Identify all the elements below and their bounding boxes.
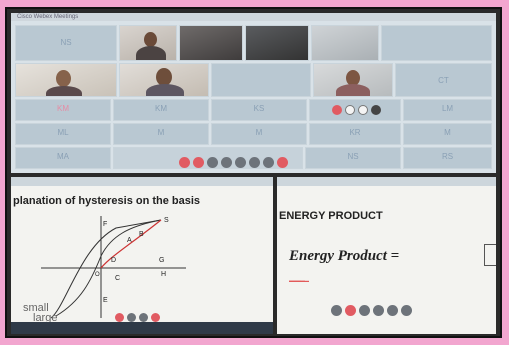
participant-initials: ML	[57, 128, 69, 137]
record-button[interactable]	[221, 157, 232, 168]
participant-tile[interactable]: M	[113, 123, 209, 145]
participant-video[interactable]	[313, 63, 393, 97]
participant-initials: LM	[441, 104, 454, 113]
mute-button[interactable]	[115, 313, 124, 322]
participant-initials: KM	[57, 104, 69, 113]
participant-initials: KR	[349, 128, 361, 137]
participant-body	[146, 84, 184, 96]
participant-tile[interactable]	[381, 25, 492, 61]
meeting-controls	[115, 313, 160, 322]
participant-initials: MA	[57, 152, 69, 161]
formula-box	[484, 244, 496, 266]
slide-title: ENERGY PRODUCT	[279, 210, 383, 222]
participant-video[interactable]	[179, 25, 243, 61]
bottom-left-screen: planation of hysteresis on the basis S A…	[11, 177, 273, 334]
participant-video[interactable]	[119, 63, 209, 97]
point-label-f: F	[103, 221, 107, 228]
participant-tile[interactable]: KM	[15, 99, 111, 121]
participant-tile[interactable]: NS	[15, 25, 117, 61]
participant-face	[56, 70, 71, 87]
meeting-controls	[179, 157, 288, 168]
participant-video[interactable]	[15, 63, 117, 97]
participant-tile[interactable]	[309, 99, 401, 121]
participant-face	[144, 32, 157, 47]
stop-video-button[interactable]	[345, 305, 356, 316]
participant-tile[interactable]: M	[211, 123, 307, 145]
mini-controls	[332, 105, 381, 115]
share-button[interactable]	[127, 313, 136, 322]
participant-tile[interactable]	[211, 63, 311, 97]
meeting-controls	[331, 305, 412, 316]
more-options-button[interactable]	[263, 157, 274, 168]
leave-button[interactable]	[277, 157, 288, 168]
participant-tile[interactable]: KS	[211, 99, 307, 121]
point-label-d: D	[111, 257, 116, 264]
window-toolbar	[277, 177, 496, 186]
participant-video[interactable]	[245, 25, 309, 61]
participant-tile[interactable]: KR	[309, 123, 401, 145]
stop-video-button[interactable]	[193, 157, 204, 168]
note-line: ▬▬▬▬▬	[289, 278, 309, 283]
window-title: Cisco Webex Meetings	[11, 13, 496, 21]
formula-text: Energy Product =	[289, 248, 400, 264]
more-options-button[interactable]	[401, 305, 412, 316]
participant-initials: RS	[441, 152, 454, 161]
participant-initials: M	[255, 128, 263, 137]
mute-button[interactable]	[332, 105, 342, 115]
share-button[interactable]	[358, 105, 368, 115]
hysteresis-loop-diagram: S A B G D O E F C H	[41, 216, 186, 319]
participant-initials: KM	[155, 104, 167, 113]
participant-video[interactable]	[119, 25, 177, 61]
point-label-b: B	[139, 231, 144, 238]
participant-tile[interactable]: LM	[403, 99, 492, 121]
share-button[interactable]	[359, 305, 370, 316]
participants-button[interactable]	[373, 305, 384, 316]
participants-button[interactable]	[235, 157, 246, 168]
participant-tile[interactable]: MA	[15, 147, 111, 169]
taskbar	[11, 322, 273, 334]
chat-button[interactable]	[249, 157, 260, 168]
video-button[interactable]	[345, 105, 355, 115]
window-toolbar	[11, 177, 273, 186]
mute-button[interactable]	[179, 157, 190, 168]
share-button[interactable]	[207, 157, 218, 168]
participant-initials: M	[157, 128, 165, 137]
axis-label-h: H	[161, 271, 166, 278]
participant-initials: CT	[438, 75, 449, 85]
participant-body	[336, 84, 370, 96]
participant-tile[interactable]: KM	[113, 99, 209, 121]
slide-text-large: large	[33, 312, 58, 322]
participant-initials: NS	[60, 38, 72, 48]
point-label-c: C	[115, 275, 120, 282]
point-label-o: O	[95, 272, 100, 278]
participant-body	[46, 86, 82, 96]
participant-tile[interactable]: CT	[395, 63, 492, 97]
slide: planation of hysteresis on the basis S A…	[11, 186, 273, 322]
point-label-s: S	[164, 217, 169, 224]
participant-initials: M	[444, 128, 451, 137]
top-screen: Cisco Webex Meetings NS CT KM KM KS LM M…	[11, 13, 496, 173]
participant-tile[interactable]: M	[403, 123, 492, 145]
participant-initials: NS	[347, 152, 359, 161]
more-button[interactable]	[371, 105, 381, 115]
point-label-e: E	[103, 297, 108, 304]
participant-tile[interactable]: ML	[15, 123, 111, 145]
participant-tile[interactable]: NS	[305, 147, 401, 169]
photo-frame: Cisco Webex Meetings NS CT KM KM KS LM M…	[5, 7, 502, 338]
leave-button[interactable]	[151, 313, 160, 322]
participant-tile[interactable]: RS	[403, 147, 492, 169]
participant-initials: KS	[253, 104, 265, 113]
more-options-button[interactable]	[139, 313, 148, 322]
chat-button[interactable]	[387, 305, 398, 316]
participant-body	[136, 46, 166, 60]
point-label-a: A	[127, 237, 132, 244]
point-label-g: G	[159, 257, 164, 264]
bottom-right-screen: ENERGY PRODUCT Energy Product = ▬▬▬▬ ▬▬▬…	[277, 177, 496, 334]
mute-button[interactable]	[331, 305, 342, 316]
participant-video[interactable]	[311, 25, 379, 61]
